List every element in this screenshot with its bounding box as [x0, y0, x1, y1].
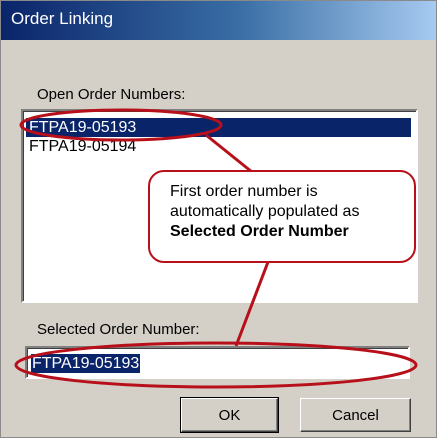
- callout-emphasis: Selected Order Number: [170, 223, 349, 240]
- cancel-button[interactable]: Cancel: [300, 398, 411, 432]
- selected-order-field[interactable]: FTPA19-05193: [25, 346, 410, 379]
- open-orders-label: Open Order Numbers:: [37, 86, 186, 103]
- window-title: Order Linking: [11, 9, 114, 28]
- callout-line-3: Selected Order Number: [170, 222, 414, 242]
- selected-order-label: Selected Order Number:: [37, 321, 200, 338]
- list-item[interactable]: FTPA19-05194: [26, 137, 411, 156]
- title-bar[interactable]: Order Linking: [1, 1, 436, 40]
- callout-line-1: First order number is: [170, 183, 318, 200]
- callout-line-2: automatically populated as: [170, 203, 360, 220]
- annotation-callout: First order number is automatically popu…: [148, 170, 416, 263]
- list-item[interactable]: FTPA19-05193: [26, 118, 411, 137]
- selected-order-value: FTPA19-05193: [31, 354, 141, 373]
- ok-button[interactable]: OK: [180, 397, 279, 433]
